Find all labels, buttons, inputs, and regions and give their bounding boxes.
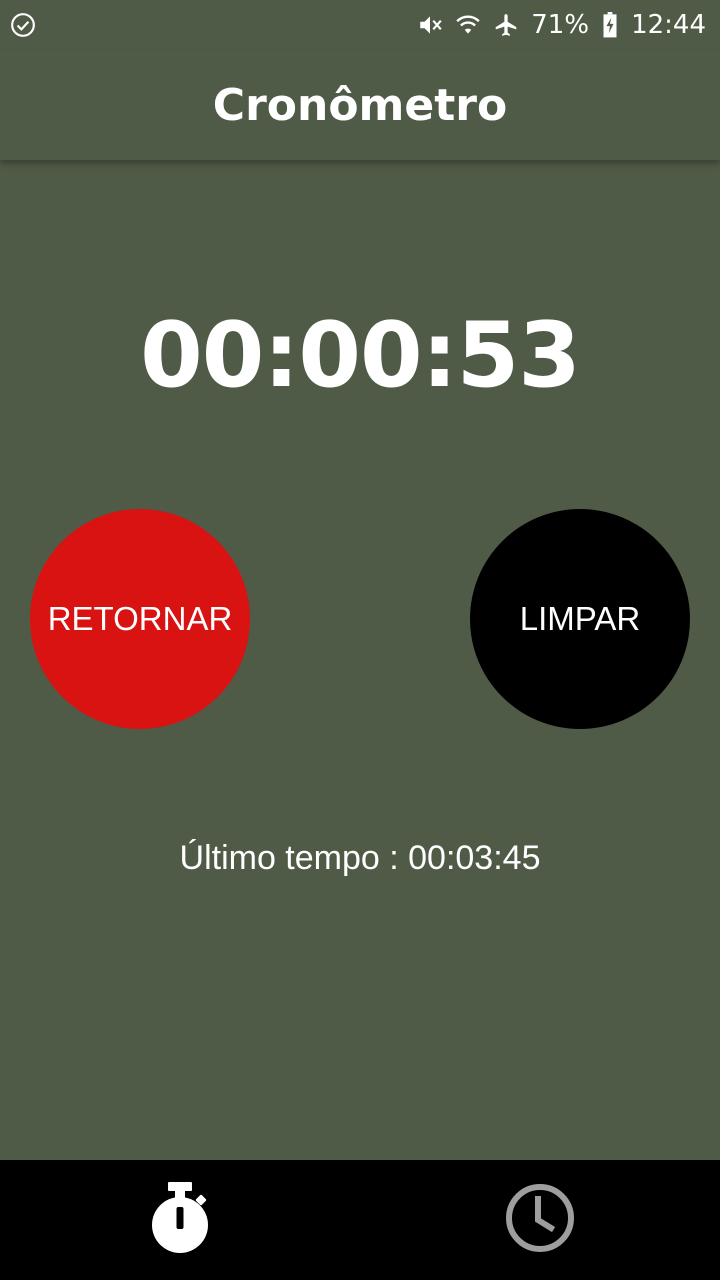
timer-display: 00:00:53	[140, 302, 581, 408]
stopwatch-screen: 71% 12:44 Cronômetro 00:00:53 RETORNAR L…	[0, 0, 720, 1280]
airplane-icon	[493, 12, 519, 38]
last-time-label: Último tempo : 00:03:45	[179, 838, 541, 877]
check-circle-icon	[10, 12, 36, 38]
nav-item-history[interactable]	[360, 1160, 720, 1280]
bottom-navigation	[0, 1160, 720, 1280]
status-bar: 71% 12:44	[0, 0, 720, 50]
return-button[interactable]: RETORNAR	[30, 509, 250, 729]
wifi-icon	[455, 12, 481, 38]
clear-button[interactable]: LIMPAR	[470, 509, 690, 729]
mute-icon	[417, 12, 443, 38]
battery-percentage: 71%	[531, 10, 590, 40]
clock-time: 12:44	[631, 10, 706, 40]
page-title: Cronômetro	[212, 79, 508, 131]
stopwatch-icon	[149, 1182, 211, 1258]
clock-icon	[505, 1183, 575, 1257]
nav-item-stopwatch[interactable]	[0, 1160, 360, 1280]
battery-charging-icon	[601, 12, 619, 38]
app-bar: Cronômetro	[0, 50, 720, 160]
